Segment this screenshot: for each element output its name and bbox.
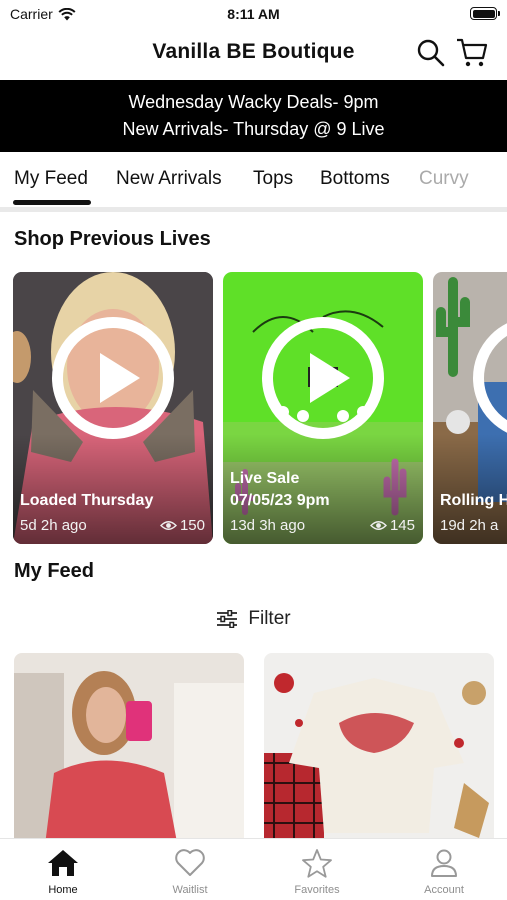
active-tab-indicator [13, 200, 91, 205]
previous-lives-heading: Shop Previous Lives [14, 228, 211, 250]
live-age: 13d 3h ago [230, 517, 306, 534]
live-card-live-sale[interactable]: Live Sale 07/05/23 9pm 13d 3h ago 145 [223, 272, 423, 544]
person-icon [431, 849, 457, 877]
status-bar: Carrier 8:11 AM [0, 0, 507, 30]
tabs-divider [0, 207, 507, 212]
star-icon [302, 849, 332, 878]
banner-line-2: New Arrivals- Thursday @ 9 Live [122, 119, 385, 139]
search-icon [417, 39, 445, 67]
play-icon[interactable] [52, 317, 174, 439]
view-count-value: 150 [179, 517, 205, 534]
nav-home-label: Home [48, 884, 78, 896]
battery-icon [470, 7, 500, 20]
eye-icon [369, 521, 387, 530]
live-title-line-1: Live Sale [230, 470, 300, 487]
view-count-value: 145 [389, 517, 415, 534]
category-tabs: My Feed New Arrivals Tops Bottoms Curvy [0, 152, 507, 208]
live-age: 19d 2h a [440, 517, 499, 534]
tab-tops[interactable]: Tops [253, 168, 293, 190]
feed-product-card[interactable] [264, 653, 494, 853]
home-icon [48, 850, 78, 876]
live-meta: 19d 2h a [440, 517, 498, 534]
live-meta: 5d 2h ago 150 [20, 517, 205, 534]
tab-curvy[interactable]: Curvy [419, 168, 469, 190]
view-count: 150 [159, 517, 205, 534]
bottom-tab-bar: Home Waitlist Favorites Account [0, 838, 507, 900]
filter-label: Filter [248, 608, 291, 629]
cart-icon [457, 38, 488, 67]
search-button[interactable] [416, 38, 446, 68]
nav-home[interactable]: Home [0, 839, 126, 900]
live-title: Loaded Thursday [20, 492, 154, 509]
tab-my-feed[interactable]: My Feed [14, 168, 88, 190]
sliders-icon [217, 610, 238, 628]
live-age: 5d 2h ago [20, 517, 87, 534]
play-icon[interactable] [262, 317, 384, 439]
product-image [14, 653, 244, 853]
announcement-banner: Wednesday Wacky Deals- 9pm New Arrivals-… [0, 80, 507, 152]
my-feed-heading: My Feed [14, 560, 95, 582]
product-image [264, 653, 494, 853]
tab-bottoms[interactable]: Bottoms [320, 168, 390, 190]
tab-new-arrivals[interactable]: New Arrivals [116, 168, 222, 190]
nav-favorites-label: Favorites [294, 884, 340, 896]
live-card-rolling[interactable]: Rolling H 19d 2h a [433, 272, 507, 544]
live-title: Rolling H [440, 492, 507, 509]
live-title-line-2: 07/05/23 9pm [230, 492, 330, 509]
cart-button[interactable] [456, 38, 488, 68]
filter-button[interactable]: Filter [0, 604, 507, 634]
nav-waitlist[interactable]: Waitlist [127, 839, 253, 900]
nav-account[interactable]: Account [381, 839, 507, 900]
app-header: Vanilla BE Boutique [0, 30, 507, 80]
live-meta: 13d 3h ago 145 [230, 517, 415, 534]
view-count: 145 [369, 517, 415, 534]
feed-product-card[interactable] [14, 653, 244, 853]
clock: 8:11 AM [227, 6, 280, 22]
heart-icon [175, 849, 205, 876]
nav-waitlist-label: Waitlist [172, 884, 208, 896]
eye-icon [159, 521, 177, 530]
banner-line-1: Wednesday Wacky Deals- 9pm [128, 92, 379, 112]
nav-favorites[interactable]: Favorites [254, 839, 380, 900]
nav-account-label: Account [424, 884, 464, 896]
live-card-loaded-thursday[interactable]: Loaded Thursday 5d 2h ago 150 [13, 272, 213, 544]
